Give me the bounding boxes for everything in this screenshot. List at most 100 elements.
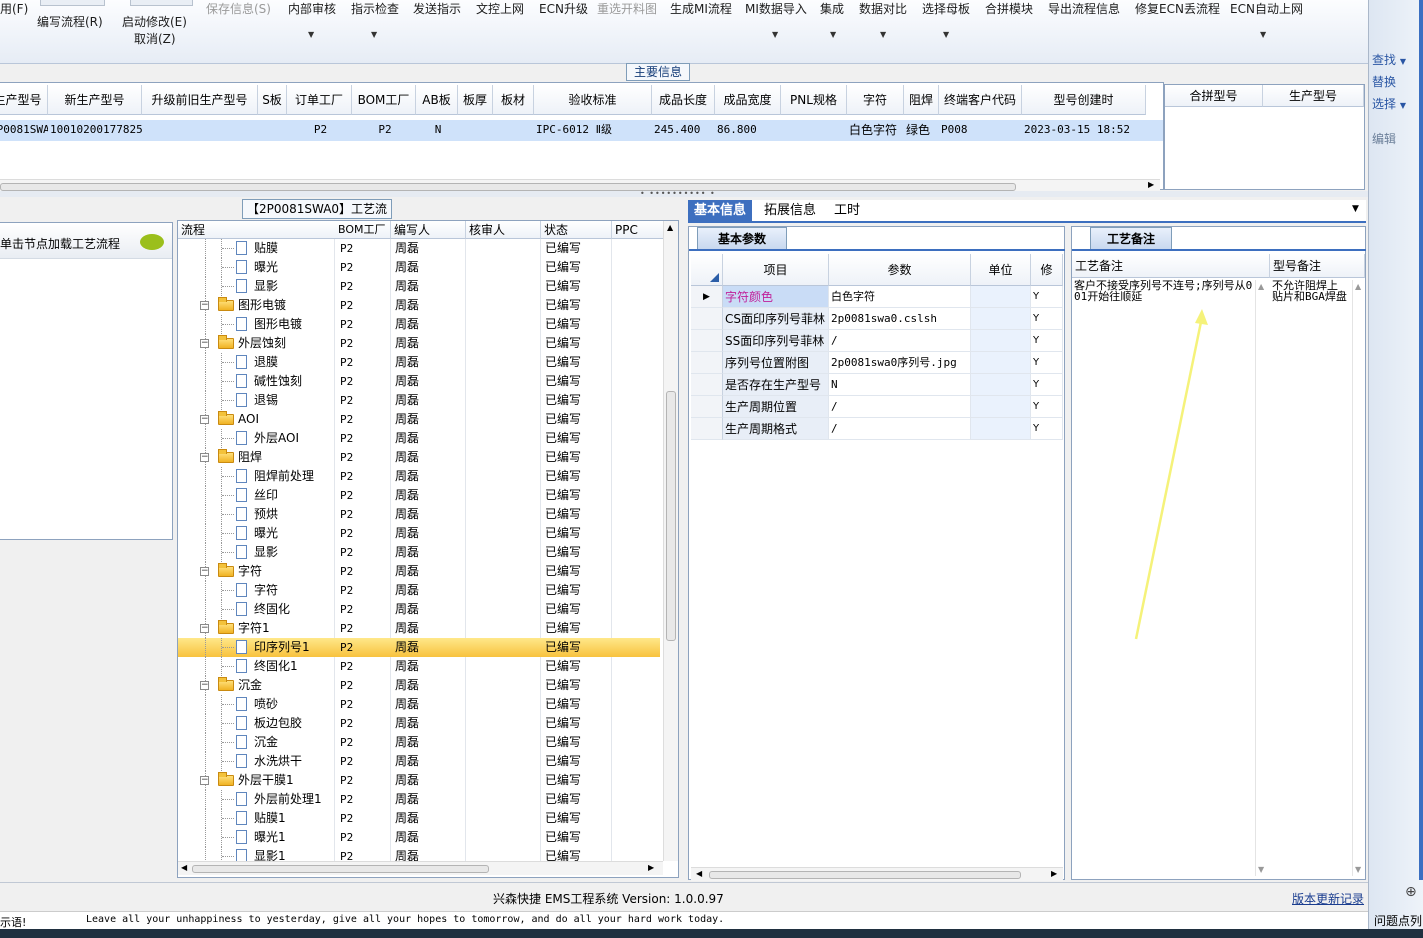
dropdown-arrow-icon[interactable]: ▼	[943, 30, 949, 39]
table-row[interactable]: 外层前处理1 P2 周磊 已编写	[178, 790, 660, 809]
tab-basic-params[interactable]: 基本参数	[697, 227, 787, 249]
integrate-button[interactable]: 集成	[820, 0, 844, 17]
main-info-col-header[interactable]: 新生产型号	[48, 85, 142, 115]
flow-col-header[interactable]: 流程	[178, 221, 336, 239]
reselect-material-button[interactable]: 重选开料图	[597, 0, 657, 17]
main-info-col-header[interactable]: 终端客户代码	[939, 85, 1022, 115]
table-row[interactable]: 生产周期格式 / Y	[691, 418, 1063, 440]
table-row[interactable]: 2P0081SWA010010200177825 P2 P2 N IPC-6012 Ⅱ级…	[0, 120, 1163, 141]
select-mother-board-button[interactable]: 选择母板	[922, 0, 970, 17]
main-info-col-header[interactable]: S板	[258, 85, 287, 115]
scroll-up-icon[interactable]: ▲	[1355, 282, 1361, 291]
gen-mi-flow-button[interactable]: 生成MI流程	[670, 0, 732, 17]
tab-dropdown-icon[interactable]: ▼	[1352, 204, 1359, 214]
changelog-link[interactable]: 版本更新记录	[1292, 890, 1364, 907]
table-row[interactable]: ▶ 字符颜色 白色字符 Y	[691, 286, 1063, 308]
row-indicator[interactable]	[691, 374, 723, 396]
merge-col-header[interactable]: 合拼型号	[1165, 85, 1263, 107]
param-cell-flag[interactable]: Y	[1031, 308, 1063, 330]
model-notes-col-header[interactable]: 型号备注	[1270, 254, 1365, 278]
docs-upload-button[interactable]: 文控上网	[476, 0, 524, 17]
scroll-up-icon[interactable]: ▲	[1258, 282, 1264, 291]
scrollbar-thumb[interactable]	[192, 865, 489, 873]
table-row[interactable]: − 阻焊 P2 周磊 已编写	[178, 448, 660, 467]
collapse-icon[interactable]: −	[200, 339, 209, 348]
main-info-col-header[interactable]: PNL规格	[781, 85, 847, 115]
table-row[interactable]: 外层AOI P2 周磊 已编写	[178, 429, 660, 448]
main-info-col-header[interactable]: 型号创建时	[1022, 85, 1146, 115]
param-cell-unit[interactable]	[971, 308, 1031, 330]
process-note-text[interactable]: 客户不接受序列号不连号;序列号从001开始往顺延	[1074, 280, 1254, 302]
table-row[interactable]: − AOI P2 周磊 已编写	[178, 410, 660, 429]
table-row[interactable]: 预烘 P2 周磊 已编写	[178, 505, 660, 524]
model-note-text[interactable]: 不允许阻焊上贴片和BGA焊盘	[1272, 280, 1348, 302]
scroll-right-icon[interactable]: ▶	[1051, 869, 1057, 878]
main-info-col-header[interactable]: 板材	[493, 85, 534, 115]
param-cell-flag[interactable]: Y	[1031, 330, 1063, 352]
collapse-icon[interactable]: −	[200, 624, 209, 633]
table-row[interactable]: 阻焊前处理 P2 周磊 已编写	[178, 467, 660, 486]
tab-work-hours[interactable]: 工时	[828, 200, 866, 222]
main-info-col-header[interactable]: 成品长度	[652, 85, 715, 115]
param-cell-item[interactable]: 字符颜色	[723, 286, 829, 308]
dropdown-arrow-icon[interactable]: ▼	[772, 30, 778, 39]
issue-list-label[interactable]: 问题点列	[1374, 912, 1422, 929]
dropdown-arrow-icon[interactable]: ▼	[371, 30, 377, 39]
hint-bar[interactable]: 单击节点加载工艺流程	[0, 225, 172, 259]
tab-process-notes[interactable]: 工艺备注	[1090, 227, 1172, 249]
table-row[interactable]: 显影 P2 周磊 已编写	[178, 277, 660, 296]
param-cell-param[interactable]: N	[829, 374, 971, 396]
table-row[interactable]: 曝光 P2 周磊 已编写	[178, 524, 660, 543]
merge-module-button[interactable]: 合拼模块	[985, 0, 1033, 17]
cancel-button[interactable]: 取消(Z)	[134, 30, 176, 47]
table-row[interactable]: 水洗烘干 P2 周磊 已编写	[178, 752, 660, 771]
table-row[interactable]: 生产周期位置 / Y	[691, 396, 1063, 418]
row-indicator[interactable]: ▶	[691, 286, 723, 308]
scrollbar-thumb[interactable]	[0, 183, 1016, 191]
save-info-button[interactable]: 保存信息(S)	[206, 0, 271, 17]
param-cell-item[interactable]: CS面印序列号菲林	[723, 308, 829, 330]
scrollbar-thumb[interactable]	[666, 391, 676, 641]
table-row[interactable]: 图形电镀 P2 周磊 已编写	[178, 315, 660, 334]
table-row[interactable]: 退膜 P2 周磊 已编写	[178, 353, 660, 372]
flow-col-header[interactable]: 状态	[541, 221, 612, 239]
row-indicator[interactable]	[691, 330, 723, 352]
param-cell-unit[interactable]	[971, 418, 1031, 440]
splitter[interactable]: • •••••••••• •	[0, 189, 1368, 198]
param-cell-unit[interactable]	[971, 286, 1031, 308]
table-row[interactable]: 是否存在生产型号 N Y	[691, 374, 1063, 396]
flow-col-header[interactable]: 核审人	[466, 221, 541, 239]
scroll-down-icon[interactable]: ▼	[1258, 865, 1264, 874]
find-button[interactable]: 查找 ▼	[1372, 51, 1406, 68]
row-indicator[interactable]	[691, 352, 723, 374]
production-model-col-header[interactable]: 生产型号	[1263, 85, 1364, 107]
horizontal-scrollbar[interactable]: ◀ ▶	[178, 861, 663, 875]
param-cell-item[interactable]: 生产周期格式	[723, 418, 829, 440]
tab-extended-info[interactable]: 拓展信息	[758, 200, 822, 222]
table-row[interactable]: 喷砂 P2 周磊 已编写	[178, 695, 660, 714]
row-indicator[interactable]	[691, 418, 723, 440]
scroll-left-icon[interactable]: ◀	[696, 869, 702, 878]
vertical-scrollbar[interactable]: ▲ ▼	[1352, 280, 1364, 876]
param-cell-item[interactable]: SS面印序列号菲林	[723, 330, 829, 352]
row-indicator[interactable]	[691, 308, 723, 330]
table-row[interactable]: − 字符1 P2 周磊 已编写	[178, 619, 660, 638]
fix-ecn-button[interactable]: 修复ECN丢流程	[1135, 0, 1220, 17]
param-cell-flag[interactable]: Y	[1031, 374, 1063, 396]
table-row[interactable]: − 图形电镀 P2 周磊 已编写	[178, 296, 660, 315]
main-info-col-header[interactable]: 阻焊	[904, 85, 939, 115]
main-info-col-header[interactable]: 成品宽度	[715, 85, 781, 115]
row-indicator[interactable]	[691, 396, 723, 418]
dropdown-arrow-icon[interactable]: ▼	[830, 30, 836, 39]
table-row[interactable]: 退锡 P2 周磊 已编写	[178, 391, 660, 410]
param-cell-item[interactable]: 序列号位置附图	[723, 352, 829, 374]
table-row[interactable]: − 沉金 P2 周磊 已编写	[178, 676, 660, 695]
table-row[interactable]: 碱性蚀刻 P2 周磊 已编写	[178, 372, 660, 391]
table-row[interactable]: − 外层干膜1 P2 周磊 已编写	[178, 771, 660, 790]
main-info-col-header[interactable]: BOM工厂	[352, 85, 416, 115]
params-col-header[interactable]: 参数	[829, 254, 971, 286]
main-info-col-header[interactable]: 订单工厂	[287, 85, 352, 115]
params-col-header[interactable]: 修	[1031, 254, 1063, 286]
scroll-right-icon[interactable]: ▶	[648, 863, 654, 872]
param-cell-param[interactable]: 白色字符	[829, 286, 971, 308]
